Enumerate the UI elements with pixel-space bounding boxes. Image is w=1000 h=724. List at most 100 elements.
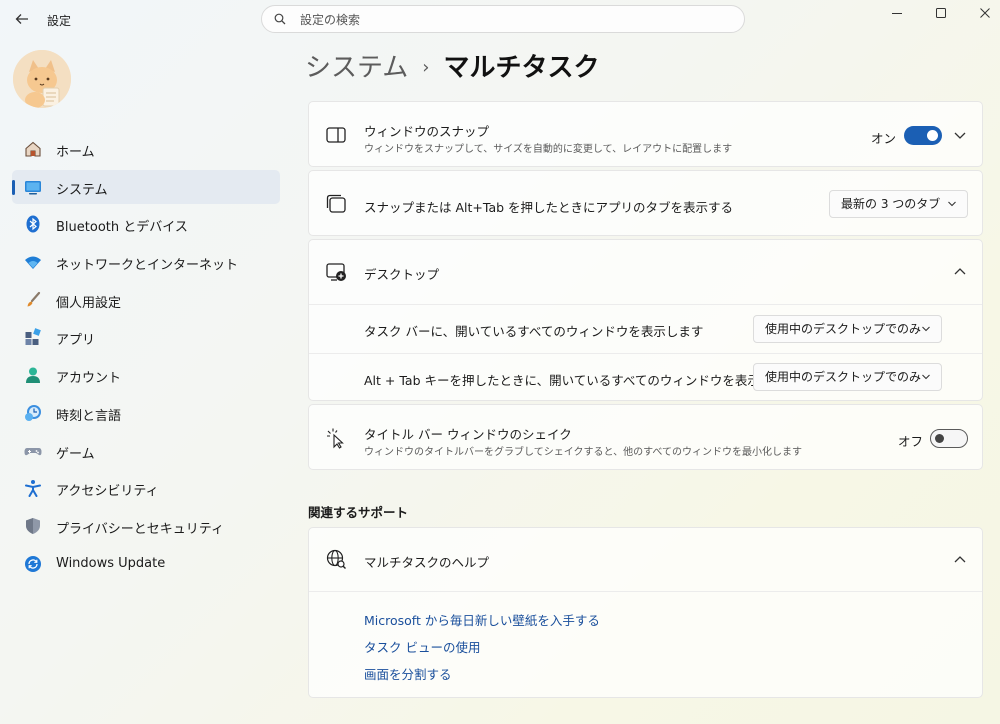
- sidebar-item-privacy-security[interactable]: プライバシーとセキュリティ: [12, 509, 280, 543]
- chevron-down-icon[interactable]: [952, 127, 968, 143]
- divider: [309, 591, 982, 592]
- related-support-header: 関連するサポート: [308, 505, 409, 520]
- help-link-split-screen[interactable]: 画面を分割する: [364, 664, 452, 683]
- sidebar-item-accounts[interactable]: アカウント: [12, 358, 280, 392]
- system-icon: [25, 180, 41, 195]
- snap-tabs-title: スナップまたは Alt+Tab を押したときにアプリのタブを表示する: [364, 200, 734, 215]
- snap-subtitle: ウィンドウをスナップして、サイズを自動的に変更して、レイアウトに配置します: [364, 144, 733, 155]
- close-icon: [980, 8, 990, 18]
- shake-title: タイトル バー ウィンドウのシェイク: [364, 427, 572, 442]
- maximize-icon: [936, 8, 946, 18]
- desktop-add-icon: [326, 263, 346, 281]
- sidebar-item-time-language[interactable]: 時刻と言語: [12, 396, 280, 430]
- toggle-knob: [927, 130, 938, 141]
- tabs-icon: [326, 194, 346, 213]
- sidebar-item-system[interactable]: システム: [12, 169, 280, 204]
- snap-window-icon: [326, 127, 346, 143]
- sidebar-item-label: Windows Update: [56, 555, 166, 571]
- app-title: 設定: [47, 14, 72, 28]
- desktops-title: デスクトップ: [364, 267, 440, 282]
- avatar[interactable]: [13, 50, 71, 108]
- gamepad-icon: [24, 447, 42, 455]
- title-bar-shake-card: タイトル バー ウィンドウのシェイク ウィンドウのタイトルバーをグラブしてシェイ…: [308, 404, 983, 470]
- divider: [309, 353, 982, 354]
- sidebar-item-label: アクセシビリティ: [56, 484, 159, 500]
- chevron-down-icon: [922, 374, 930, 380]
- sidebar-item-bluetooth[interactable]: Bluetooth とデバイス: [12, 207, 280, 241]
- help-link-wallpaper[interactable]: Microsoft から毎日新しい壁紙を入手する: [364, 610, 600, 629]
- shake-cursor-icon: [327, 428, 344, 449]
- help-title: マルチタスクのヘルプ: [364, 555, 490, 570]
- sidebar-item-label: Bluetooth とデバイス: [56, 220, 188, 236]
- chevron-up-icon: [954, 268, 966, 275]
- time-language-icon: [25, 404, 41, 421]
- globe-search-icon: [326, 549, 346, 569]
- minimize-icon: [892, 13, 902, 14]
- snap-tabs-card: スナップまたは Alt+Tab を押したときにアプリのタブを表示する 最新の 3…: [308, 170, 983, 236]
- maximize-button[interactable]: [918, 0, 964, 26]
- taskbar-windows-dropdown[interactable]: 使用中のデスクトップでのみ: [753, 315, 942, 343]
- help-header[interactable]: マルチタスクのヘルプ: [309, 528, 982, 591]
- minimize-button[interactable]: [874, 0, 920, 26]
- alttab-windows-label: Alt + Tab キーを押したときに、開いているすべてのウィンドウを表示する: [364, 373, 785, 388]
- snap-tabs-dropdown[interactable]: 最新の 3 つのタブ: [829, 190, 968, 218]
- sidebar-item-label: 個人用設定: [56, 295, 122, 311]
- snap-toggle[interactable]: [904, 126, 942, 145]
- sidebar-item-label: 時刻と言語: [56, 408, 122, 424]
- sidebar-item-label: ネットワークとインターネット: [56, 258, 239, 274]
- sidebar-item-gaming[interactable]: ゲーム: [12, 434, 280, 468]
- search-input[interactable]: [298, 9, 722, 31]
- divider: [309, 304, 982, 305]
- breadcrumb-separator: ›: [422, 57, 430, 78]
- cat-avatar-icon: [13, 50, 71, 108]
- breadcrumb: システム › マルチタスク: [305, 50, 599, 86]
- taskbar-windows-label: タスク バーに、開いているすべてのウィンドウを表示します: [364, 324, 704, 339]
- sidebar-item-accessibility[interactable]: アクセシビリティ: [12, 471, 280, 505]
- sidebar-item-label: システム: [56, 182, 108, 198]
- search-icon: [274, 13, 286, 25]
- dropdown-value: 最新の 3 つのタブ: [841, 197, 941, 211]
- snap-title: ウィンドウのスナップ: [364, 124, 490, 139]
- snap-windows-card[interactable]: ウィンドウのスナップ ウィンドウをスナップして、サイズを自動的に変更して、レイア…: [308, 101, 983, 167]
- sidebar-item-label: アプリ: [56, 333, 96, 349]
- windows-update-icon: [25, 555, 41, 572]
- snap-toggle-label: オン: [871, 131, 897, 146]
- dropdown-value: 使用中のデスクトップでのみ: [765, 370, 922, 384]
- search-box[interactable]: [261, 5, 745, 33]
- sidebar-item-label: ゲーム: [56, 446, 95, 462]
- sidebar-item-apps[interactable]: アプリ: [12, 320, 280, 354]
- sidebar-item-home[interactable]: ホーム: [12, 132, 280, 166]
- breadcrumb-parent[interactable]: システム: [305, 53, 408, 83]
- sidebar-nav: ホーム システム Bluetooth とデバイス ネットワークとインターネット …: [12, 132, 280, 584]
- wifi-icon: [25, 256, 41, 270]
- help-link-task-view[interactable]: タスク ビューの使用: [364, 637, 480, 656]
- sidebar-item-label: ホーム: [56, 145, 95, 160]
- brush-icon: [27, 291, 41, 307]
- sidebar-item-network[interactable]: ネットワークとインターネット: [12, 245, 280, 279]
- sidebar-item-personalization[interactable]: 個人用設定: [12, 283, 280, 317]
- shake-toggle[interactable]: [930, 429, 968, 448]
- shake-subtitle: ウィンドウのタイトルバーをグラブしてシェイクすると、他のすべてのウィンドウを最小…: [364, 447, 802, 458]
- home-icon: [25, 141, 41, 157]
- dropdown-value: 使用中のデスクトップでのみ: [765, 322, 922, 336]
- bluetooth-icon: [26, 215, 40, 233]
- chevron-down-icon: [922, 326, 930, 332]
- title-bar: 設定: [0, 0, 1000, 40]
- apps-icon: [25, 328, 41, 346]
- accessibility-icon: [25, 480, 41, 498]
- sidebar-item-windows-update[interactable]: Windows Update: [12, 547, 280, 581]
- desktops-card: デスクトップ タスク バーに、開いているすべてのウィンドウを表示します 使用中の…: [308, 239, 983, 401]
- page-title: マルチタスク: [443, 53, 600, 83]
- back-button[interactable]: [12, 9, 32, 29]
- chevron-up-icon: [954, 556, 966, 563]
- help-card: マルチタスクのヘルプ Microsoft から毎日新しい壁紙を入手する タスク …: [308, 527, 983, 698]
- sidebar-item-label: アカウント: [56, 371, 122, 387]
- close-button[interactable]: [962, 0, 1000, 26]
- shake-toggle-label: オフ: [898, 434, 924, 449]
- toggle-knob: [935, 434, 944, 443]
- account-icon: [26, 367, 40, 384]
- alttab-windows-dropdown[interactable]: 使用中のデスクトップでのみ: [753, 363, 942, 391]
- desktops-header[interactable]: デスクトップ: [309, 240, 982, 304]
- sidebar-item-label: プライバシーとセキュリティ: [56, 521, 224, 537]
- shield-icon: [26, 517, 40, 534]
